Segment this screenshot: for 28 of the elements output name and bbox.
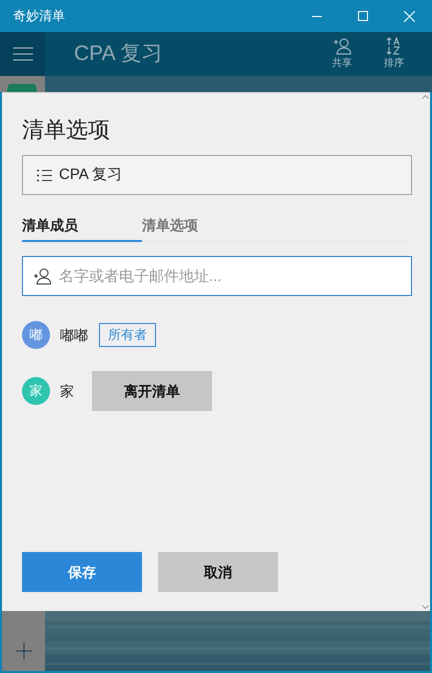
member-name: 嘟嘟 bbox=[60, 326, 88, 344]
cancel-button[interactable]: 取消 bbox=[158, 552, 278, 592]
chevron-up-icon bbox=[422, 95, 428, 99]
avatar-icon bbox=[7, 84, 37, 92]
share-button[interactable]: 共享 bbox=[326, 32, 358, 76]
list-title: CPA 复习 bbox=[74, 41, 162, 68]
tab[interactable]: 清单成员 bbox=[22, 215, 142, 242]
member-name: 家 bbox=[60, 382, 74, 400]
avatar: 家 bbox=[22, 377, 50, 405]
close-icon bbox=[404, 10, 414, 22]
tab[interactable]: 清单选项 bbox=[142, 215, 262, 242]
window-title: 奇妙清单 bbox=[13, 7, 65, 26]
dialog-title: 清单选项 bbox=[22, 116, 111, 144]
person-add-icon bbox=[333, 37, 351, 55]
chevron-down-icon bbox=[422, 605, 428, 609]
list-icon bbox=[36, 168, 52, 182]
plus-icon bbox=[16, 643, 32, 659]
list-name-field[interactable]: CPA 复习 bbox=[22, 155, 412, 195]
owner-badge: 所有者 bbox=[99, 323, 156, 347]
sort-button[interactable]: 排序 bbox=[378, 32, 410, 76]
save-button[interactable]: 保存 bbox=[22, 552, 142, 592]
maximize-icon bbox=[358, 11, 368, 21]
avatar: 嘟 bbox=[22, 321, 50, 349]
leave-list-button[interactable]: 离开清单 bbox=[92, 371, 212, 411]
menu-button[interactable] bbox=[0, 32, 45, 76]
invite-field[interactable]: 名字或者电子邮件地址... bbox=[22, 256, 412, 296]
menu-icon bbox=[12, 47, 32, 61]
sort-icon bbox=[386, 37, 402, 55]
